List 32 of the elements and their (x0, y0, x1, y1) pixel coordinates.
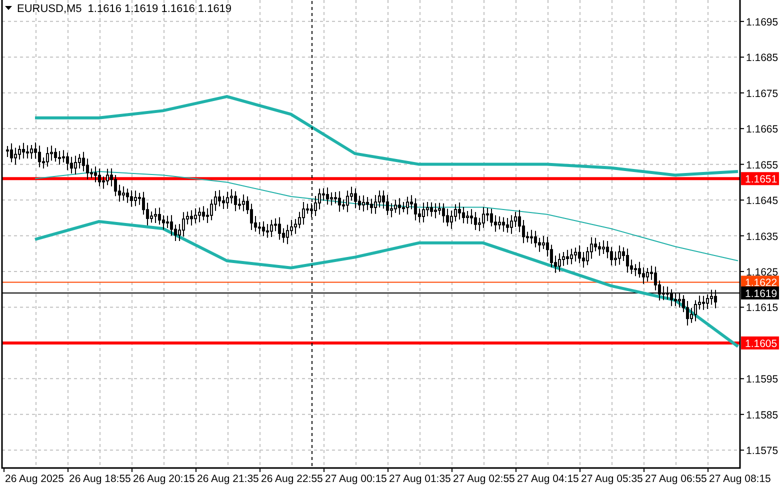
time-axis-label: 27 Aug 04:15 (517, 473, 579, 485)
price-axis-label: 1.1675 (746, 88, 778, 100)
time-axis-label: 27 Aug 02:55 (453, 473, 515, 485)
price-tag: 1.1605 (741, 336, 779, 350)
price-axis-label: 1.1635 (746, 230, 778, 243)
price-axis-label: 1.1625 (746, 266, 778, 278)
time-axis-label: 26 Aug 2025 (5, 473, 64, 485)
ref-line-label: 1.1651 (745, 174, 778, 186)
ref-line-label: 1.1619 (745, 288, 778, 300)
price-axis-label: 1.1665 (746, 124, 778, 136)
time-axis-label: 27 Aug 05:35 (581, 473, 643, 485)
price-axis-label: 1.1575 (746, 445, 778, 458)
price-tag: 1.1619 (741, 286, 779, 300)
price-axis-label: 1.1655 (746, 159, 778, 172)
time-axis-label: 26 Aug 22:55 (261, 473, 323, 485)
symbol-label: EURUSD,M5 (17, 3, 82, 15)
price-axis-label: 1.1585 (746, 409, 778, 422)
price-axis-label: 1.1685 (746, 52, 778, 64)
time-axis-label: 27 Aug 08:15 (709, 473, 771, 485)
price-tag: 1.1651 (741, 172, 779, 186)
price-axis-label: 1.1695 (746, 16, 778, 28)
ohlc-values: 1.1616 1.1619 1.1616 1.1619 (88, 3, 232, 15)
price-axis-label: 1.1595 (746, 374, 778, 386)
time-axis-label: 26 Aug 20:15 (133, 473, 195, 485)
price-axis-label: 1.1645 (746, 195, 778, 208)
time-axis-label: 27 Aug 06:55 (645, 473, 707, 485)
price-axis-label: 1.1615 (746, 302, 778, 314)
ref-line-label: 1.1605 (745, 338, 778, 350)
time-axis-label: 26 Aug 21:35 (197, 473, 259, 485)
time-axis-label: 27 Aug 01:35 (389, 473, 451, 485)
time-axis-label: 27 Aug 00:15 (325, 473, 387, 485)
time-axis-label: 26 Aug 18:55 (69, 473, 131, 485)
